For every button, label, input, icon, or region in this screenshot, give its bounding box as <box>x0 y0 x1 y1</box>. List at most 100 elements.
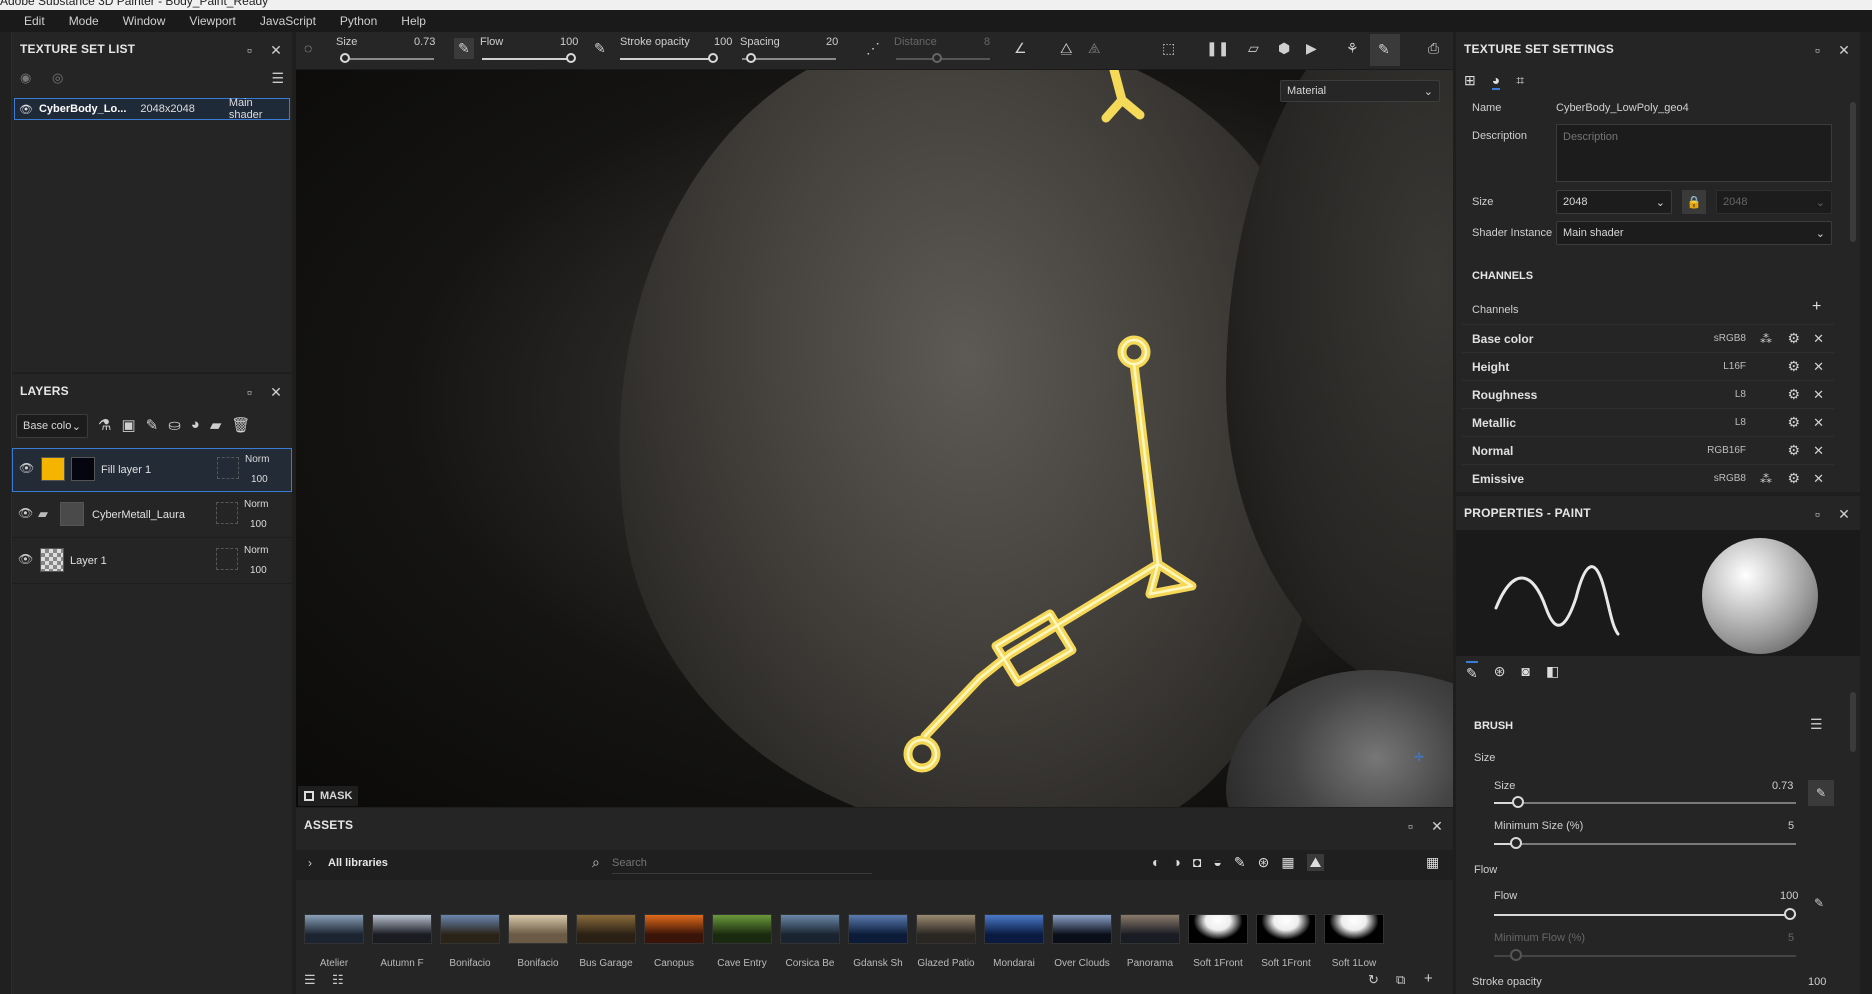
close-icon[interactable]: ✕ <box>1813 387 1824 403</box>
pen-pressure-icon[interactable]: ✎ <box>1814 896 1824 910</box>
layer-row-cybermetall[interactable]: 👁 ▰ CyberMetall_Laura Norm 100 <box>12 494 292 538</box>
asset-thumbnail[interactable] <box>984 914 1044 944</box>
pen-pressure-icon[interactable]: ✎ <box>1808 780 1834 806</box>
lock-icon[interactable]: 🔒 <box>1682 190 1706 214</box>
grid-view-icon[interactable]: ▦ <box>1426 854 1439 871</box>
filter-list-icon[interactable]: ☷ <box>332 972 344 988</box>
gear-icon[interactable]: ⚙ <box>1787 386 1800 403</box>
add-fill-layer-icon[interactable]: ⛀ <box>168 416 181 434</box>
screenshot-icon[interactable]: ⎙ <box>1428 40 1439 57</box>
eye-icon[interactable]: 👁 <box>19 103 33 116</box>
viewport-mode-select[interactable]: Material ⌄ <box>1280 80 1440 102</box>
symmetry-settings-icon[interactable]: ⧌ <box>1088 40 1101 57</box>
asset-thumbnail[interactable] <box>372 914 432 944</box>
symmetry-icon[interactable]: ⧋ <box>1060 40 1073 57</box>
float-panel-icon[interactable]: ▫ <box>1815 506 1820 523</box>
channel-format[interactable]: L8 <box>1735 417 1746 428</box>
add-smart-material-icon[interactable]: ◕ <box>191 416 200 434</box>
min-size-slider-knob[interactable] <box>1510 837 1522 849</box>
shader-instance-select[interactable]: Main shader ⌄ <box>1556 221 1832 245</box>
channel-format[interactable]: L16F <box>1723 361 1746 372</box>
color-profile-icon[interactable]: ⁂ <box>1760 472 1772 486</box>
pause-icon[interactable]: ❚❚ <box>1206 40 1229 57</box>
close-icon[interactable]: ✕ <box>1838 506 1850 523</box>
brush-size-value[interactable]: 0.73 <box>1772 780 1793 792</box>
add-icon[interactable]: + <box>1424 970 1433 987</box>
brush-menu-icon[interactable]: ☰ <box>1810 716 1823 733</box>
channel-row-roughness[interactable]: Roughness L8 ⚙ ✕ <box>1462 380 1834 408</box>
float-panel-icon[interactable]: ▫ <box>1408 818 1413 835</box>
eye-icon[interactable]: 👁 <box>18 506 33 520</box>
textures-filter-icon[interactable]: ⊛ <box>1258 854 1270 871</box>
flow-slider-track[interactable] <box>482 58 574 60</box>
materials-filter-icon[interactable]: ◐ <box>1152 854 1160 871</box>
size-slider-track[interactable] <box>340 58 434 60</box>
generators-filter-icon[interactable]: ◒ <box>1213 854 1221 871</box>
3d-viewport[interactable]: Material ⌄ MASK ✛ <box>296 70 1453 807</box>
pen-pressure-icon[interactable]: ✎ <box>454 38 474 59</box>
selection-icon[interactable]: ▱ <box>1248 40 1259 57</box>
toolbar-size-value[interactable]: 0.73 <box>414 36 435 48</box>
angle-icon[interactable]: ∠ <box>1014 40 1027 57</box>
brush-shape-icon[interactable]: ◌ <box>304 40 312 56</box>
properties-scrollbar[interactable] <box>1850 692 1856 752</box>
asset-thumbnail[interactable] <box>1120 914 1180 944</box>
blend-mode[interactable]: Norm <box>245 454 269 465</box>
close-icon[interactable]: ✕ <box>1813 443 1824 459</box>
channel-row-normal[interactable]: Normal RGB16F ⚙ ✕ <box>1462 436 1834 464</box>
refresh-icon[interactable]: ↻ <box>1368 972 1379 988</box>
gear-icon[interactable]: ⚙ <box>1787 442 1800 459</box>
gear-icon[interactable]: ⚙ <box>1787 414 1800 431</box>
channel-format[interactable]: sRGB8 <box>1714 333 1746 344</box>
asset-thumbnail[interactable] <box>304 914 364 944</box>
close-icon[interactable]: ✕ <box>1431 818 1443 835</box>
camera-fit-icon[interactable]: ⬚ <box>1162 40 1175 57</box>
channel-row-metallic[interactable]: Metallic L8 ⚙ ✕ <box>1462 408 1834 436</box>
alphas-filter-icon[interactable]: ▦ <box>1281 854 1294 871</box>
asset-thumbnail[interactable] <box>848 914 908 944</box>
settings-scrollbar[interactable] <box>1850 102 1856 242</box>
stroke-opacity-value[interactable]: 100 <box>1808 976 1826 988</box>
pen-pressure-icon[interactable]: ✎ <box>594 40 606 57</box>
environments-filter-icon[interactable]: ⛰ <box>1306 854 1325 871</box>
camera-icon[interactable]: ▶ <box>1306 40 1317 57</box>
stroke-opacity-slider-track[interactable] <box>620 58 716 60</box>
toolbar-flow-value[interactable]: 100 <box>560 36 578 48</box>
asset-thumbnail[interactable] <box>576 914 636 944</box>
spacing-slider-knob[interactable] <box>746 53 756 63</box>
lazy-mouse-icon[interactable]: ⋰ <box>866 40 880 57</box>
asset-thumbnail[interactable] <box>1324 914 1384 944</box>
stroke-opacity-slider-knob[interactable] <box>708 53 718 63</box>
material-tab-icon[interactable]: ◧ <box>1546 663 1559 680</box>
close-icon[interactable]: ✕ <box>1813 471 1824 487</box>
gear-icon[interactable]: ⚙ <box>1787 358 1800 375</box>
toolbar-stroke-opacity-value[interactable]: 100 <box>714 36 732 48</box>
eye-outline-icon[interactable]: ◎ <box>52 70 63 86</box>
name-value[interactable]: CyberBody_LowPoly_geo4 <box>1556 102 1689 114</box>
all-libraries-label[interactable]: All libraries <box>328 857 388 869</box>
brushes-filter-icon[interactable]: ✎ <box>1234 854 1246 871</box>
close-icon[interactable]: ✕ <box>1813 415 1824 431</box>
brush-flow-slider-track[interactable] <box>1494 914 1796 916</box>
new-window-icon[interactable]: ⧉ <box>1396 972 1405 988</box>
asset-thumbnail[interactable] <box>916 914 976 944</box>
channel-format[interactable]: sRGB8 <box>1714 473 1746 484</box>
asset-thumbnail[interactable] <box>440 914 500 944</box>
asset-thumbnail[interactable] <box>644 914 704 944</box>
float-panel-icon[interactable]: ▫ <box>247 384 252 401</box>
add-channel-icon[interactable]: + <box>1812 298 1821 316</box>
asset-thumbnail[interactable] <box>508 914 568 944</box>
asset-thumbnail[interactable] <box>1052 914 1112 944</box>
menu-help[interactable]: Help <box>401 14 426 28</box>
asset-thumbnail[interactable] <box>1188 914 1248 944</box>
paint-brush-icon[interactable]: ✎ <box>1370 34 1400 66</box>
brush-flow-value[interactable]: 100 <box>1780 890 1798 902</box>
menu-edit[interactable]: Edit <box>24 14 45 28</box>
asset-thumbnail[interactable] <box>1256 914 1316 944</box>
cube-icon[interactable]: ⬢ <box>1278 40 1290 57</box>
material-tab-icon[interactable]: ◕ <box>1491 72 1501 90</box>
min-size-value[interactable]: 5 <box>1788 820 1794 832</box>
gear-icon[interactable]: ⚙ <box>1787 470 1800 487</box>
chevron-right-icon[interactable]: › <box>308 856 312 870</box>
search-input[interactable] <box>612 852 872 874</box>
